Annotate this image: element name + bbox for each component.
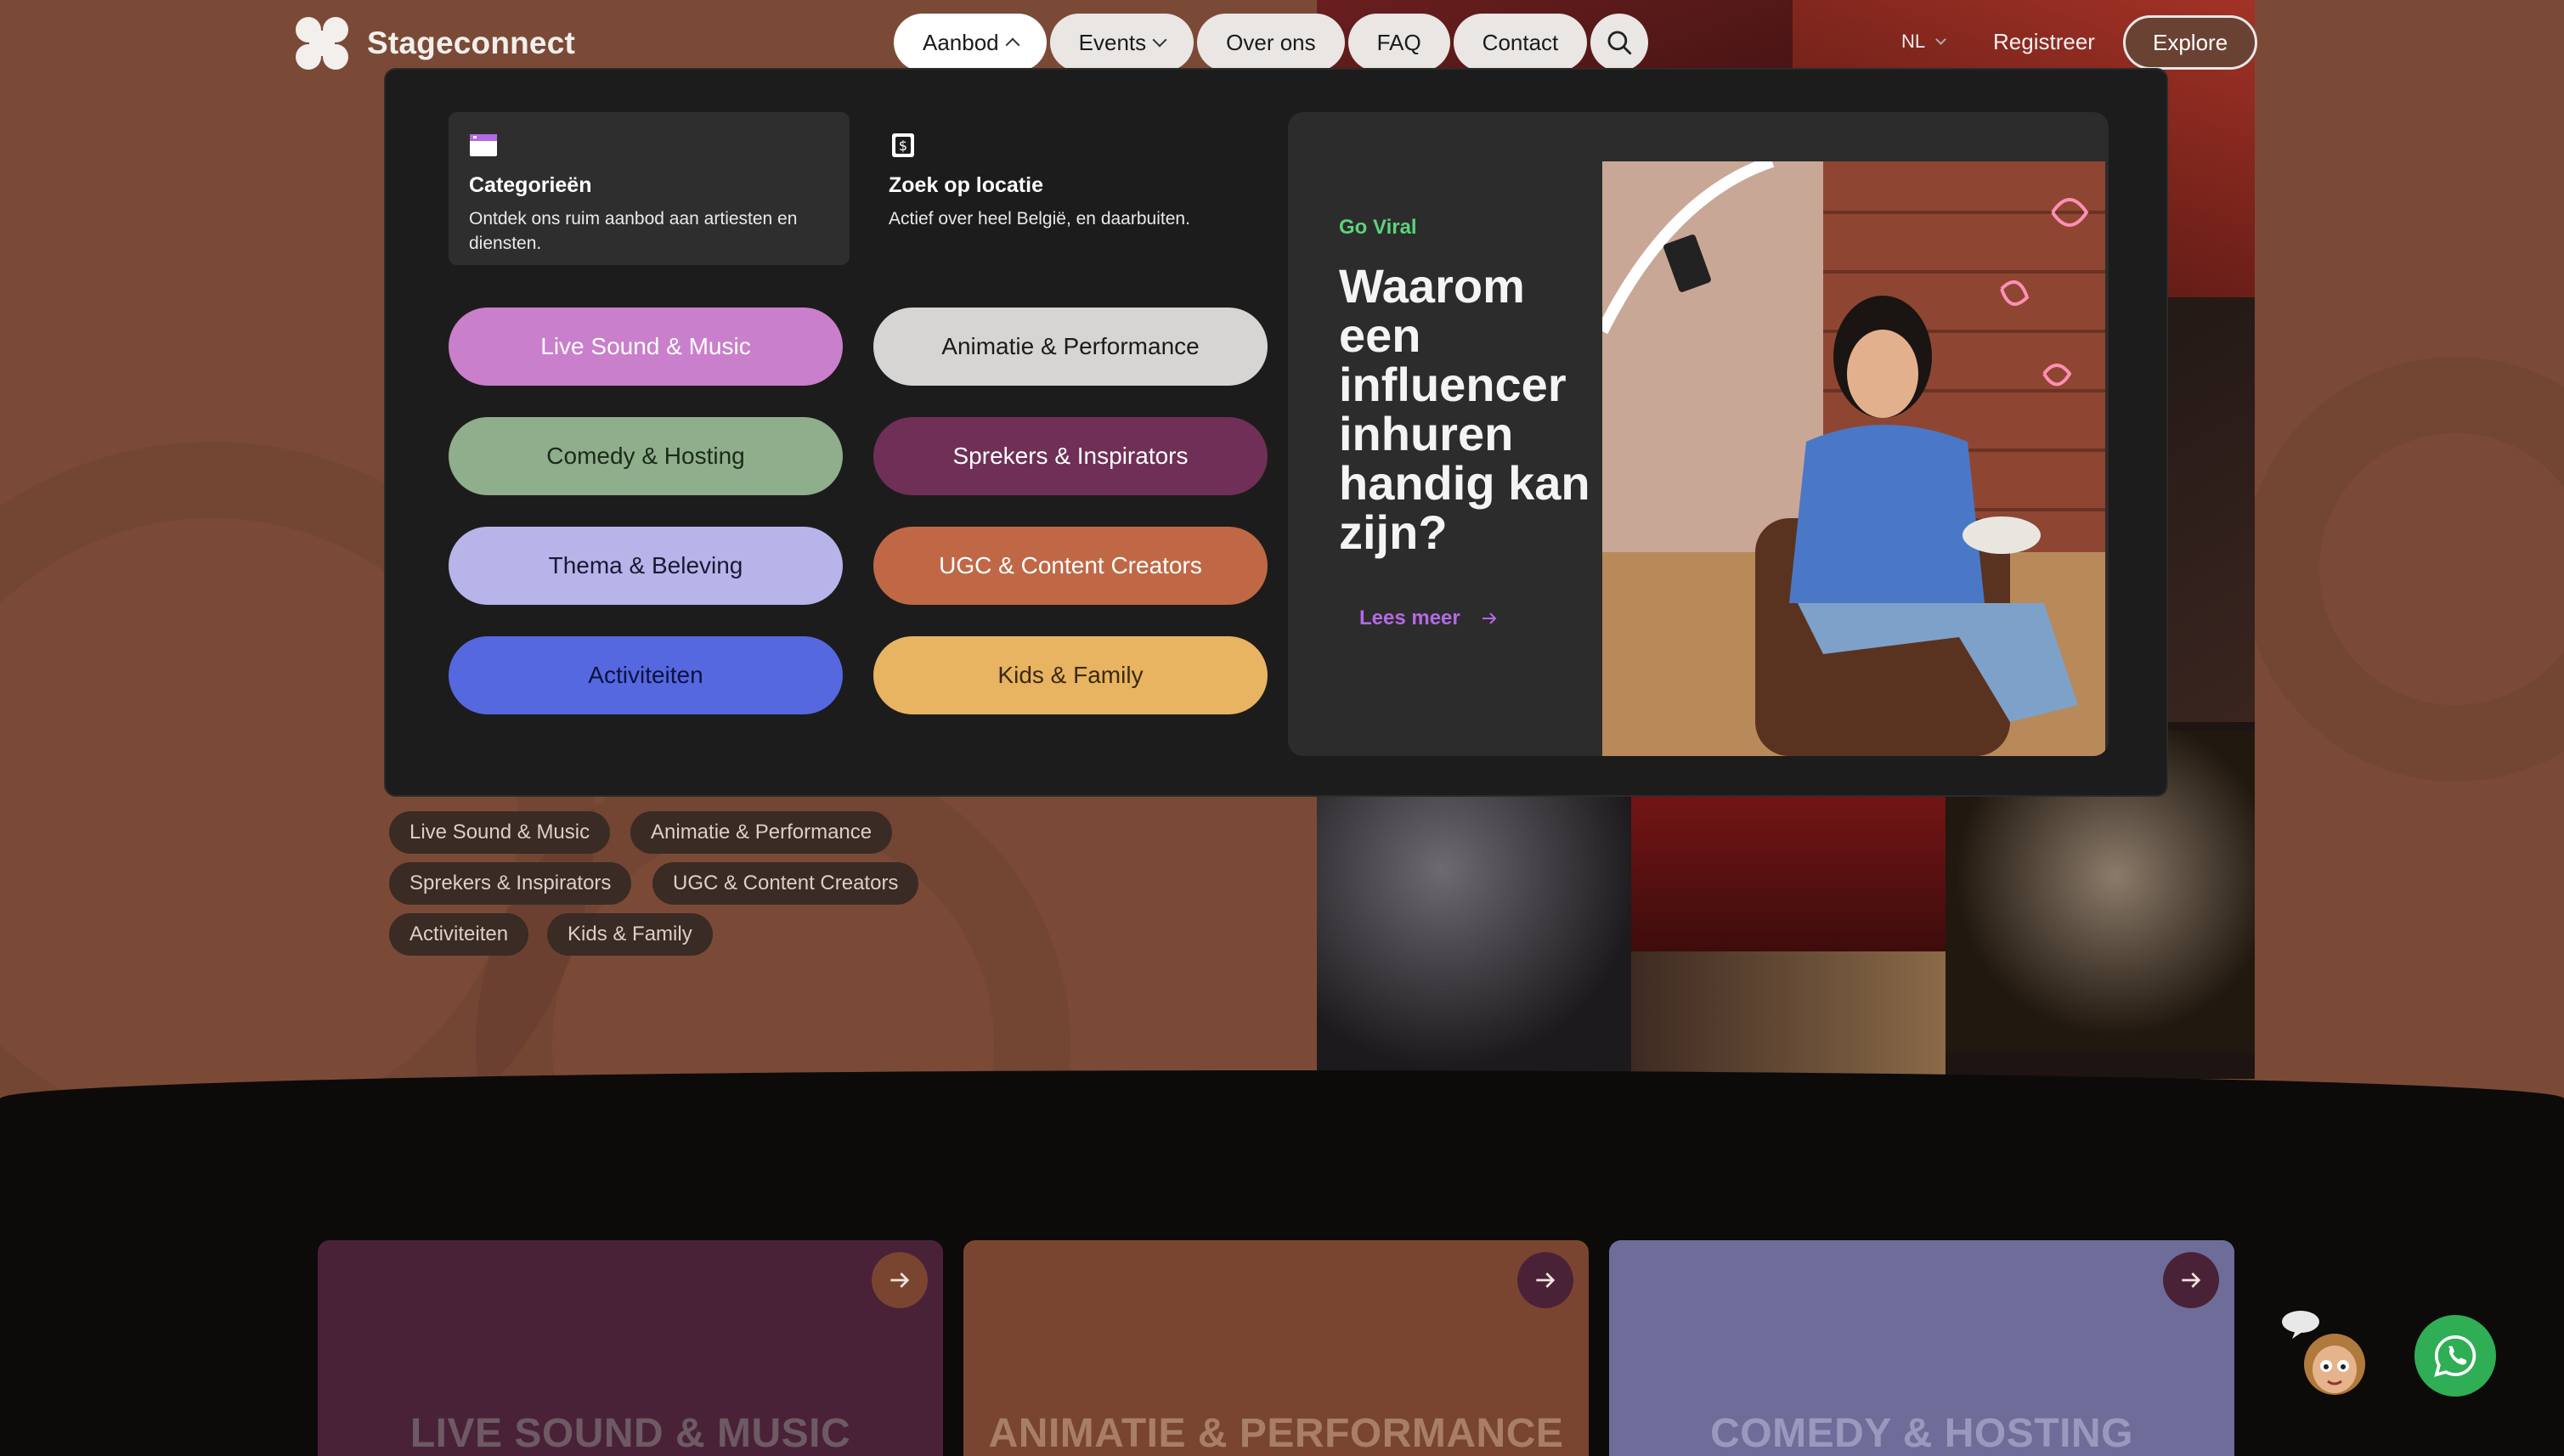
tag-activiteiten[interactable]: Activiteiten	[389, 913, 529, 956]
chevron-down-icon	[1152, 32, 1167, 48]
nav-label: FAQ	[1376, 29, 1421, 55]
nav-label: Over ons	[1226, 29, 1316, 55]
promo-panel: Go Viral Waarom een influencer inhuren h…	[1288, 112, 2109, 756]
nav-faq[interactable]: FAQ	[1347, 14, 1450, 71]
chevron-up-icon	[1005, 37, 1020, 53]
menu-card-description: Ontdek ons ruim aanbod aan artiesten en …	[469, 209, 798, 253]
menu-card-title: Zoek op locatie	[889, 173, 1043, 197]
category-comedy[interactable]: Comedy & Hosting	[449, 417, 843, 495]
menu-card-title: Categorieën	[469, 173, 592, 197]
mega-menu: Categorieën Ontdek ons ruim aanbod aan a…	[384, 68, 2168, 797]
arrow-right-button[interactable]	[1517, 1252, 1573, 1308]
chat-avatar[interactable]	[2277, 1308, 2370, 1402]
whatsapp-icon	[2434, 1335, 2476, 1377]
arrow-right-icon	[1482, 612, 1497, 624]
category-live-sound[interactable]: Live Sound & Music	[449, 308, 843, 386]
nav-over-ons[interactable]: Over ons	[1197, 14, 1345, 71]
svg-text:$: $	[899, 138, 907, 154]
category-ugc[interactable]: UGC & Content Creators	[873, 527, 1268, 605]
arrow-right-icon	[2182, 1273, 2201, 1288]
tag-live-sound[interactable]: Live Sound & Music	[389, 811, 611, 854]
section-card-label: LIVE SOUND & MUSIC	[409, 1411, 851, 1456]
nav-events[interactable]: Events	[1049, 14, 1194, 71]
brand-logo[interactable]: Stageconnect	[296, 17, 575, 70]
read-more-label: Lees meer	[1359, 607, 1460, 629]
language-selector[interactable]: NL	[1901, 31, 1946, 53]
promo-headline: Waarom een influencer inhuren handig kan…	[1339, 259, 1590, 559]
category-thema[interactable]: Thema & Beleving	[449, 527, 843, 605]
menu-card-categories[interactable]: Categorieën Ontdek ons ruim aanbod aan a…	[449, 112, 850, 265]
tag-animatie[interactable]: Animatie & Performance	[630, 811, 893, 854]
search-icon	[1607, 31, 1632, 55]
promo-photo	[1602, 161, 2105, 756]
tag-kids[interactable]: Kids & Family	[547, 913, 713, 956]
explore-button[interactable]: Explore	[2123, 15, 2258, 70]
category-animatie[interactable]: Animatie & Performance	[873, 308, 1268, 386]
category-sprekers[interactable]: Sprekers & Inspirators	[873, 417, 1268, 495]
arrow-right-icon	[890, 1273, 910, 1288]
whatsapp-button[interactable]	[2414, 1315, 2496, 1397]
section-card-comedy[interactable]: COMEDY & HOSTING	[1609, 1240, 2234, 1456]
avatar-icon	[2282, 1311, 2365, 1395]
nav-label: Aanbod	[923, 29, 999, 55]
chevron-down-icon	[1935, 33, 1946, 45]
location-icon: $	[892, 133, 914, 157]
register-link[interactable]: Registreer	[1993, 29, 2095, 55]
read-more-link[interactable]: Lees meer	[1359, 607, 1499, 630]
section-card-label: ANIMATIE & PERFORMANCE	[988, 1411, 1564, 1456]
arrow-right-icon	[1536, 1273, 1556, 1288]
brand-name: Stageconnect	[367, 25, 576, 60]
logo-icon	[296, 17, 348, 70]
tag-sprekers[interactable]: Sprekers & Inspirators	[389, 862, 632, 905]
nav-label: Events	[1078, 29, 1147, 55]
category-activiteiten[interactable]: Activiteiten	[449, 636, 843, 714]
section-card-live-sound[interactable]: LIVE SOUND & MUSIC	[318, 1240, 943, 1456]
nav-contact[interactable]: Contact	[1453, 14, 1588, 71]
section-card-animatie[interactable]: ANIMATIE & PERFORMANCE	[963, 1240, 1589, 1456]
main-nav: Aanbod Events Over ons FAQ Contact	[894, 14, 1649, 71]
arrow-right-button[interactable]	[2163, 1252, 2219, 1308]
arrow-right-button[interactable]	[872, 1252, 928, 1308]
nav-label: Contact	[1482, 29, 1559, 55]
nav-aanbod[interactable]: Aanbod	[894, 14, 1047, 71]
menu-card-location[interactable]: $ Zoek op locatie Actief over heel Belgi…	[868, 112, 1269, 265]
section-card-label: COMEDY & HOSTING	[1710, 1411, 2133, 1456]
calendar-icon	[470, 134, 497, 156]
category-kids[interactable]: Kids & Family	[873, 636, 1268, 714]
menu-card-description: Actief over heel België, en daarbuiten.	[889, 209, 1190, 229]
search-button[interactable]	[1590, 14, 1649, 71]
promo-kicker: Go Viral	[1339, 216, 1417, 239]
language-label: NL	[1901, 31, 1926, 52]
tag-ugc[interactable]: UGC & Content Creators	[652, 862, 919, 905]
